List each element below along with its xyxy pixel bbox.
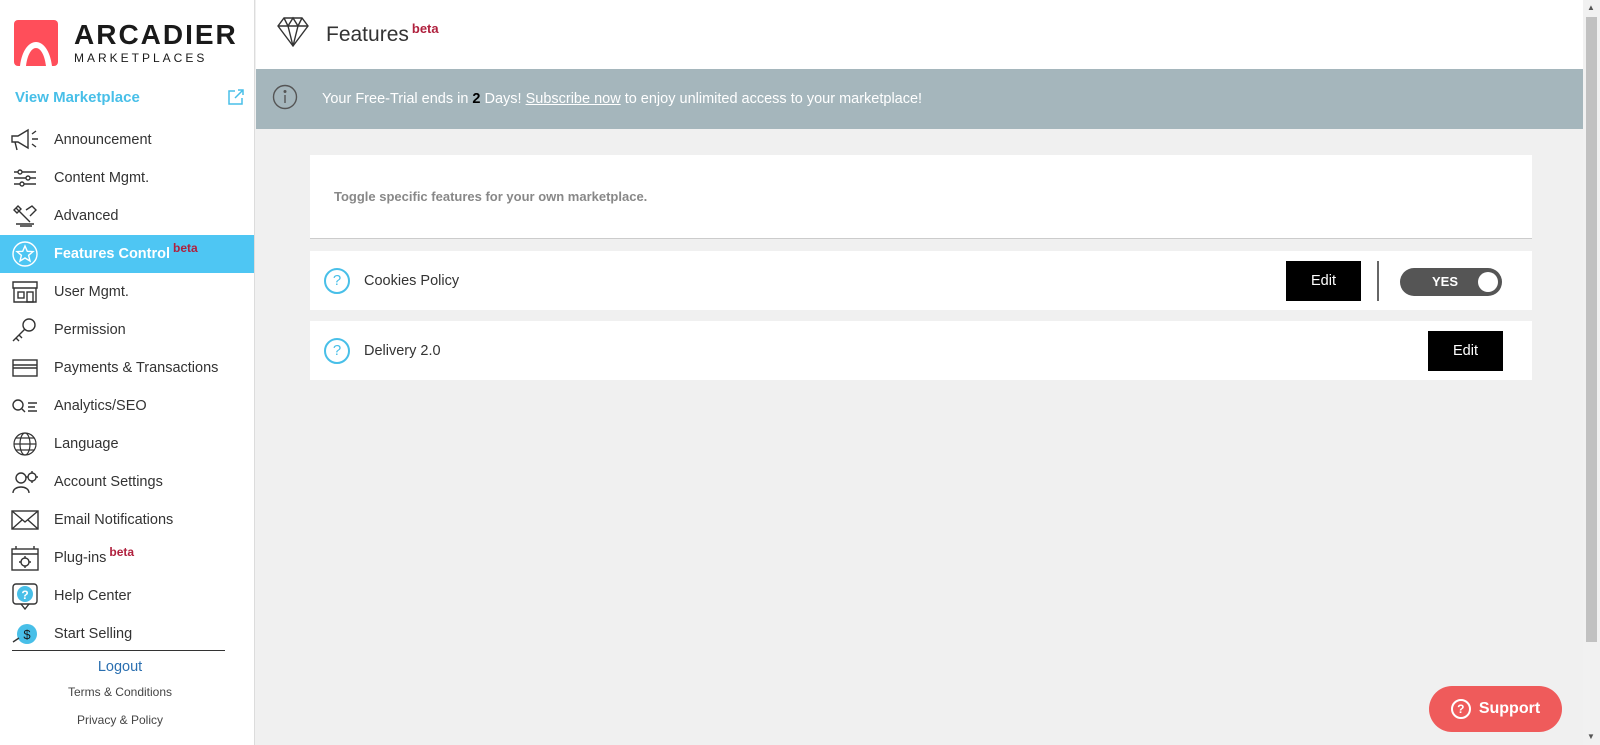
trial-days-count: 2 (472, 91, 481, 107)
key-icon (10, 315, 40, 345)
logout-link[interactable]: Logout (0, 659, 240, 675)
terms-link[interactable]: Terms & Conditions (0, 685, 240, 699)
subscribe-now-link[interactable]: Subscribe now (526, 91, 621, 107)
scroll-up-icon[interactable]: ▲ (1587, 3, 1595, 12)
sidebar-item-label: Content Mgmt. (54, 170, 150, 186)
question-icon[interactable]: ? (324, 267, 350, 294)
sidebar-item-features-control[interactable]: Features Control beta (0, 235, 254, 273)
feature-name: Delivery 2.0 (364, 342, 441, 359)
help-icon: ? (10, 581, 40, 611)
sliders-icon (10, 163, 40, 193)
beta-badge: beta (173, 241, 198, 255)
plugin-icon (10, 543, 40, 573)
envelope-icon (10, 505, 40, 535)
brand-title: ARCADIER (74, 19, 238, 50)
sidebar-nav: Announcement Content Mgmt. Advanced Feat… (0, 121, 254, 653)
sidebar-item-label: Start Selling (54, 626, 133, 642)
feature-name: Cookies Policy (364, 272, 460, 289)
arcadier-logo-icon (14, 20, 58, 66)
sidebar-item-label: Features Control (54, 246, 171, 262)
store-icon (10, 277, 40, 307)
page-title-text: Features (326, 22, 409, 46)
globe-icon (10, 429, 40, 459)
view-marketplace-link[interactable]: View Marketplace (15, 88, 245, 106)
sidebar-item-label: User Mgmt. (54, 284, 129, 300)
view-marketplace-label: View Marketplace (15, 88, 140, 106)
star-icon (10, 239, 40, 269)
sidebar-item-analytics[interactable]: Analytics/SEO (0, 387, 254, 425)
support-button[interactable]: ? Support (1429, 686, 1562, 732)
features-intro-text: Toggle specific features for your own ma… (334, 189, 648, 204)
feature-toggle[interactable]: YES (1400, 268, 1502, 296)
sidebar-item-content-mgmt[interactable]: Content Mgmt. (0, 159, 254, 197)
sidebar-item-label: Help Center (54, 588, 132, 604)
user-gear-icon (10, 467, 40, 497)
sidebar: ARCADIER MARKETPLACES View Marketplace A… (0, 0, 255, 745)
trial-banner: Your Free-Trial ends in 2 Days! Subscrib… (256, 69, 1583, 129)
sidebar-divider (12, 650, 225, 651)
sidebar-item-label: Payments & Transactions (54, 360, 219, 376)
page-header: Features beta (256, 0, 1583, 69)
sidebar-item-language[interactable]: Language (0, 425, 254, 463)
sidebar-item-start-selling[interactable]: $ Start Selling (0, 615, 254, 653)
feature-row-delivery: ? Delivery 2.0 Edit (310, 321, 1532, 380)
tools-icon (10, 201, 40, 231)
scrollbar-thumb[interactable] (1586, 17, 1597, 642)
question-icon[interactable]: ? (324, 337, 350, 364)
magnifier-icon (10, 391, 40, 421)
sidebar-item-label: Plug-ins (54, 550, 107, 566)
sidebar-item-user-mgmt[interactable]: User Mgmt. (0, 273, 254, 311)
support-label: Support (1478, 700, 1541, 717)
sidebar-item-label: Permission (54, 322, 126, 338)
sidebar-item-payments[interactable]: Payments & Transactions (0, 349, 254, 387)
sidebar-item-permission[interactable]: Permission (0, 311, 254, 349)
card-icon (10, 353, 40, 383)
sidebar-item-label: Email Notifications (54, 512, 174, 528)
svg-text:?: ? (21, 588, 28, 602)
question-icon: ? (1450, 699, 1471, 719)
sidebar-item-announcement[interactable]: Announcement (0, 121, 254, 159)
sidebar-item-label: Analytics/SEO (54, 398, 147, 414)
banner-days-suffix: Days! (484, 91, 522, 107)
toggle-knob (1478, 272, 1498, 292)
feature-row-cookies-policy: ? Cookies Policy Edit YES (310, 251, 1532, 310)
sidebar-item-help-center[interactable]: ? Help Center (0, 577, 254, 615)
features-intro-card: Toggle specific features for your own ma… (310, 155, 1532, 239)
sidebar-item-label: Announcement (54, 132, 152, 148)
svg-text:$: $ (23, 627, 31, 642)
banner-text-after: to enjoy unlimited access to your market… (624, 91, 923, 107)
toggle-label: YES (1432, 274, 1459, 289)
sidebar-item-label: Language (54, 436, 119, 452)
external-link-icon[interactable] (227, 88, 245, 106)
info-icon (272, 84, 298, 114)
beta-badge: beta (109, 545, 135, 559)
brand-logo[interactable]: ARCADIER MARKETPLACES (14, 20, 238, 66)
sidebar-item-plugins[interactable]: Plug-ins beta (0, 539, 254, 577)
sidebar-item-account-settings[interactable]: Account Settings (0, 463, 254, 501)
privacy-link[interactable]: Privacy & Policy (0, 713, 240, 727)
page-title: Features beta (326, 20, 439, 47)
scroll-down-icon[interactable]: ▼ (1587, 732, 1595, 741)
beta-badge: beta (411, 20, 439, 36)
edit-button[interactable]: Edit (1286, 261, 1361, 301)
diamond-icon (276, 16, 310, 53)
sidebar-item-advanced[interactable]: Advanced (0, 197, 254, 235)
banner-text-before: Your Free-Trial ends in (322, 91, 469, 107)
edit-button[interactable]: Edit (1428, 331, 1503, 371)
megaphone-icon (10, 125, 40, 155)
sidebar-item-label: Account Settings (54, 474, 163, 490)
brand-subtitle: MARKETPLACES (74, 51, 208, 65)
sidebar-item-label: Advanced (54, 208, 119, 224)
dollar-icon: $ (10, 619, 40, 649)
sidebar-item-email-notifications[interactable]: Email Notifications (0, 501, 254, 539)
divider (1377, 261, 1379, 301)
